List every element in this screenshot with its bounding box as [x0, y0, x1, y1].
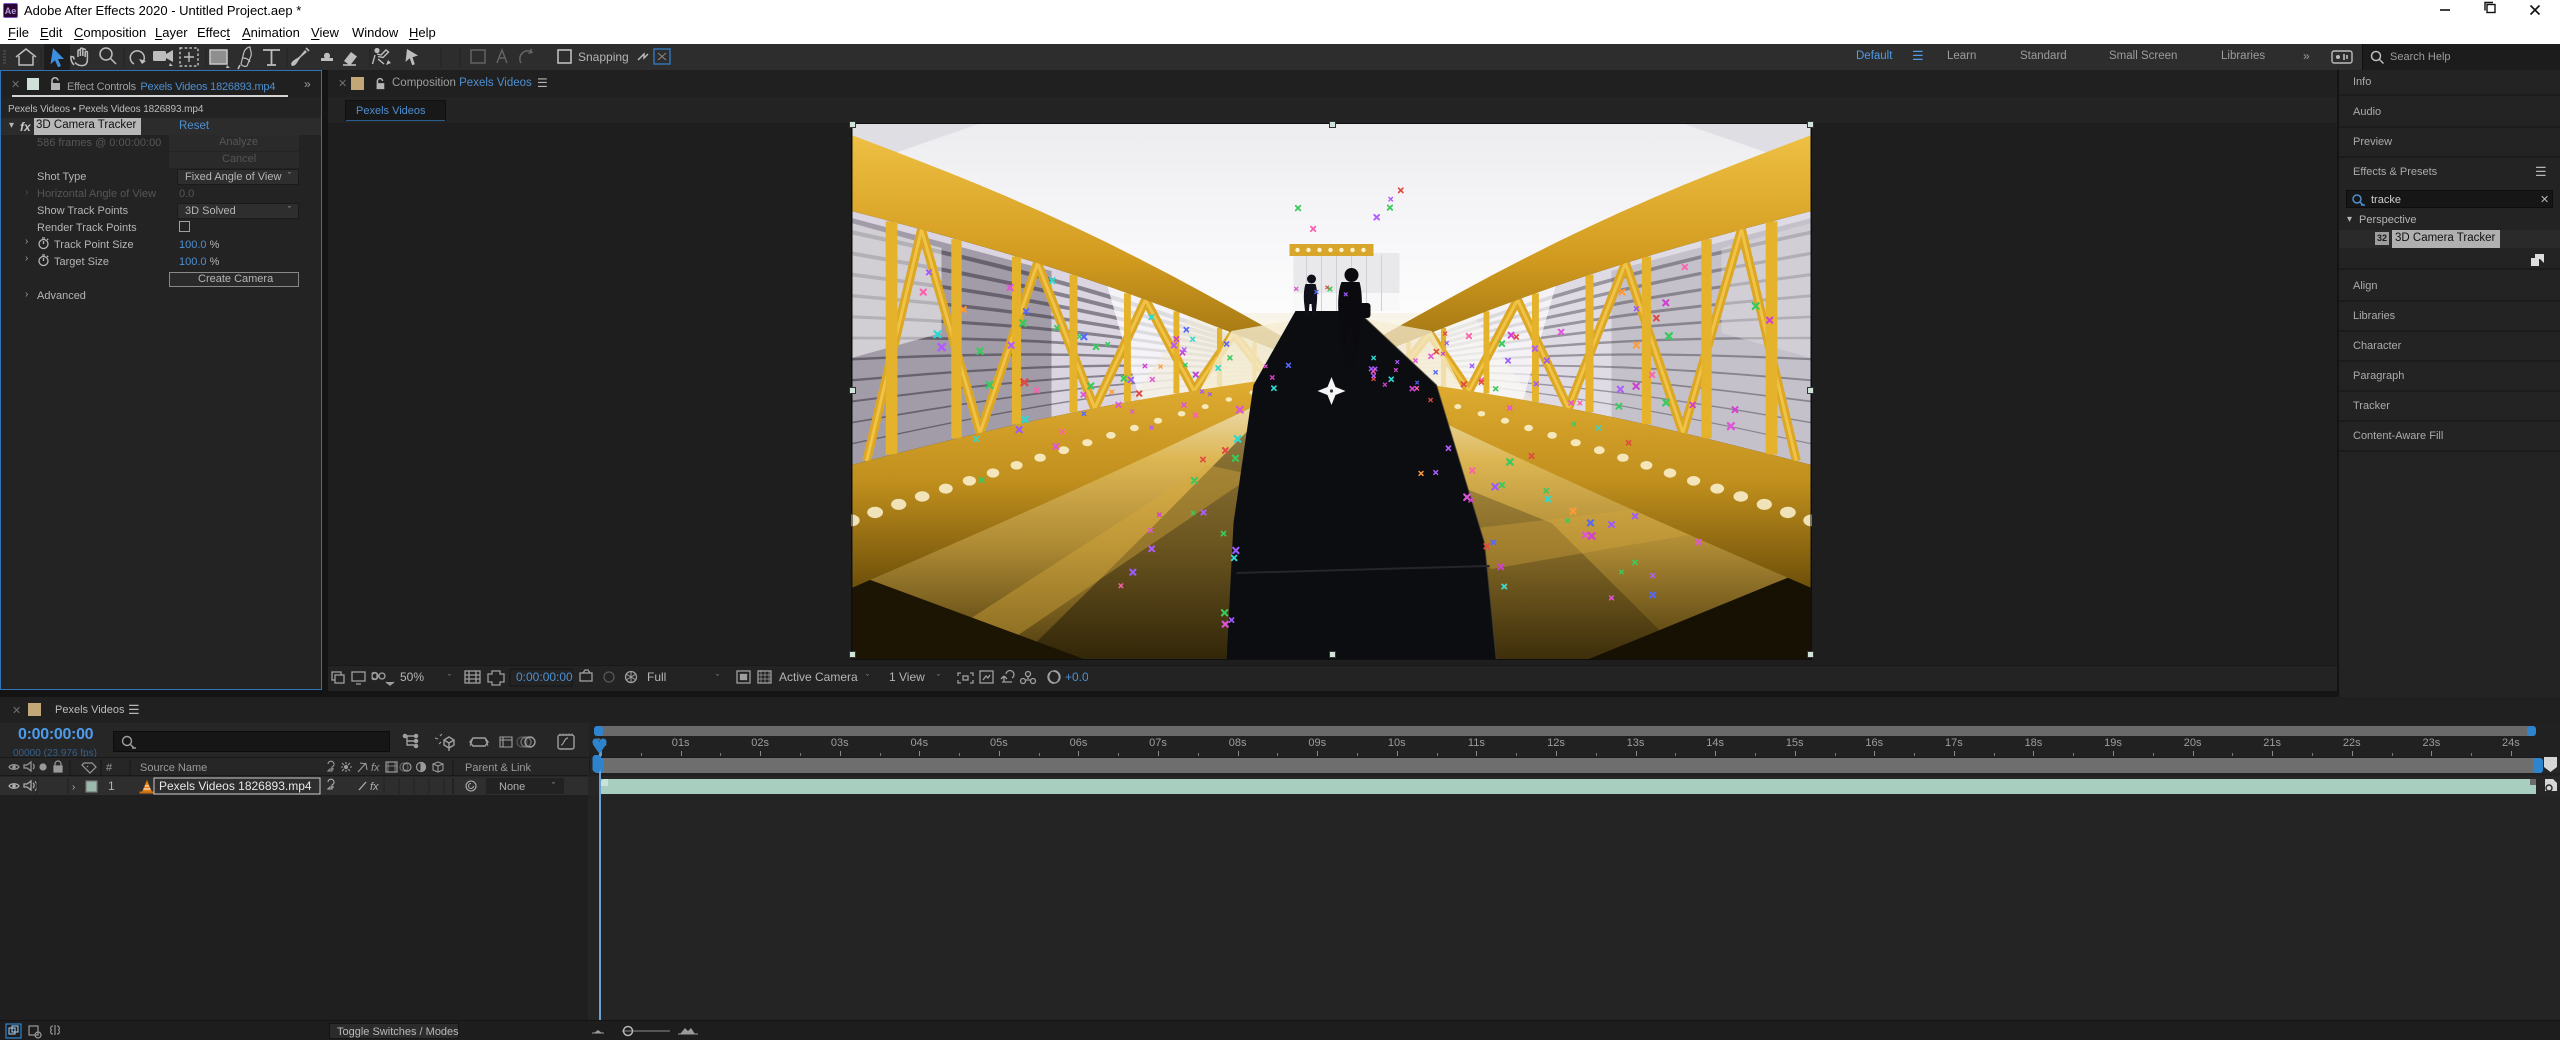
svg-text:Source Name: Source Name: [140, 762, 207, 774]
svg-text:fx: fx: [370, 781, 379, 793]
svg-text:Snapping: Snapping: [578, 50, 629, 64]
svg-text:ˇ: ˇ: [937, 673, 940, 683]
svg-text:#: #: [106, 762, 113, 774]
svg-text:None: None: [499, 781, 525, 793]
svg-text:ˇ: ˇ: [866, 673, 869, 683]
svg-text:Parent & Link: Parent & Link: [465, 762, 532, 774]
svg-text:›: ›: [72, 782, 75, 793]
svg-text:ˇ: ˇ: [716, 673, 719, 683]
svg-text:ˇ: ˇ: [552, 781, 555, 791]
svg-text:1 View: 1 View: [889, 670, 925, 684]
svg-text:ˇ: ˇ: [448, 673, 451, 683]
svg-text:fx: fx: [20, 120, 32, 133]
svg-text:+0.0: +0.0: [1065, 670, 1088, 684]
svg-text:Active Camera: Active Camera: [779, 670, 858, 684]
svg-text:1: 1: [108, 779, 115, 793]
svg-text:50%: 50%: [400, 670, 424, 684]
svg-text:Pexels Videos 1826893.mp4: Pexels Videos 1826893.mp4: [159, 779, 312, 793]
svg-text:0:00:00:00: 0:00:00:00: [516, 670, 573, 684]
svg-text:fx: fx: [371, 762, 380, 774]
svg-text:Full: Full: [647, 670, 666, 684]
